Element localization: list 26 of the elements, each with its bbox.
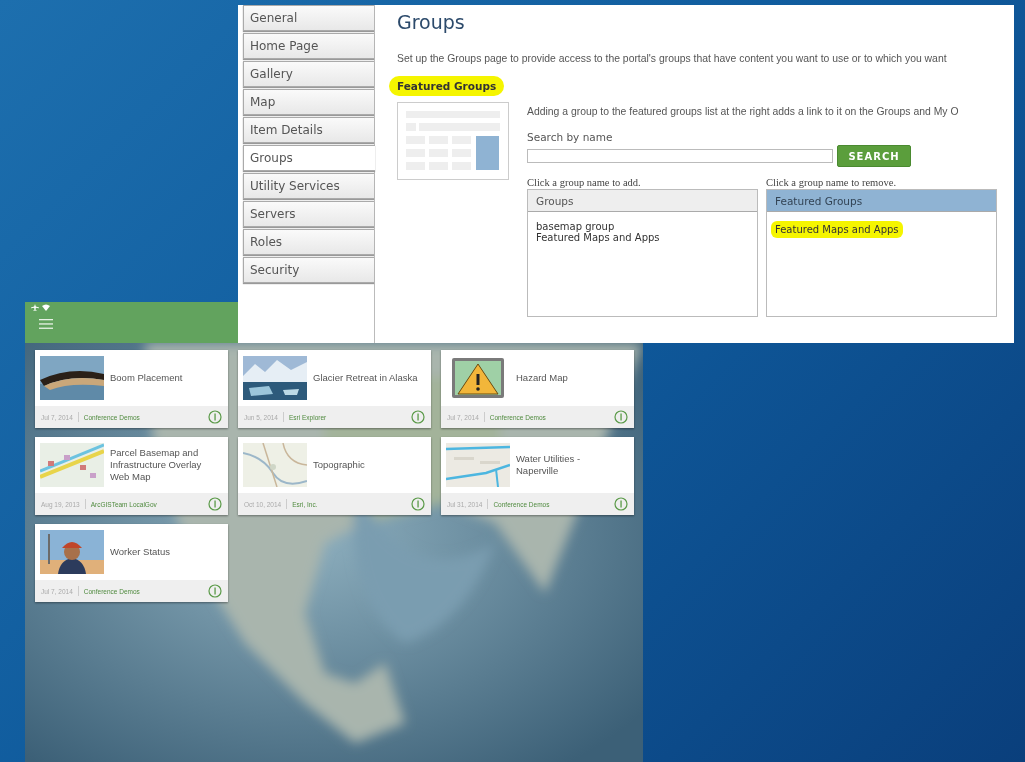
sidebar-tab[interactable]: Item Details	[243, 117, 374, 143]
sidebar-tab[interactable]: Gallery	[243, 61, 374, 87]
list-header: Featured Groups	[767, 190, 996, 212]
list-caption: Click a group name to remove.	[766, 177, 898, 188]
sidebar-tab[interactable]: Home Page	[243, 33, 374, 59]
section-heading: Featured Groups	[389, 76, 505, 96]
menu-icon[interactable]	[39, 319, 53, 329]
search-field[interactable]	[527, 149, 833, 163]
sidebar-tab[interactable]: Map	[243, 89, 374, 115]
group-item[interactable]: Featured Maps and Apps	[534, 232, 662, 243]
sidebar-tab[interactable]: Groups	[243, 145, 375, 171]
intro-text: Set up the Groups page to provide access to the portal's groups that have content you want to use or to which you want	[397, 53, 948, 64]
description-text: Adding a group to the featured groups list at the right adds a link to it on the Groups and My O	[527, 106, 960, 117]
field-label: Search by name	[527, 131, 614, 143]
sidebar-tab[interactable]: Roles	[243, 229, 374, 255]
wifi-icon	[42, 304, 50, 311]
airplane-icon	[31, 304, 39, 311]
sidebar-tab[interactable]: Servers	[243, 201, 374, 227]
sidebar-tab[interactable]: General	[243, 5, 374, 31]
list-caption: Click a group name to add.	[527, 177, 642, 188]
group-item[interactable]: basemap group	[534, 221, 617, 232]
list-header: Groups	[528, 190, 757, 212]
sidebar-tab[interactable]: Utility Services	[243, 173, 374, 199]
group-item[interactable]: Featured Maps and Apps	[771, 221, 903, 238]
sidebar-tab[interactable]: Security	[243, 257, 374, 283]
page-title: Groups	[397, 11, 466, 33]
